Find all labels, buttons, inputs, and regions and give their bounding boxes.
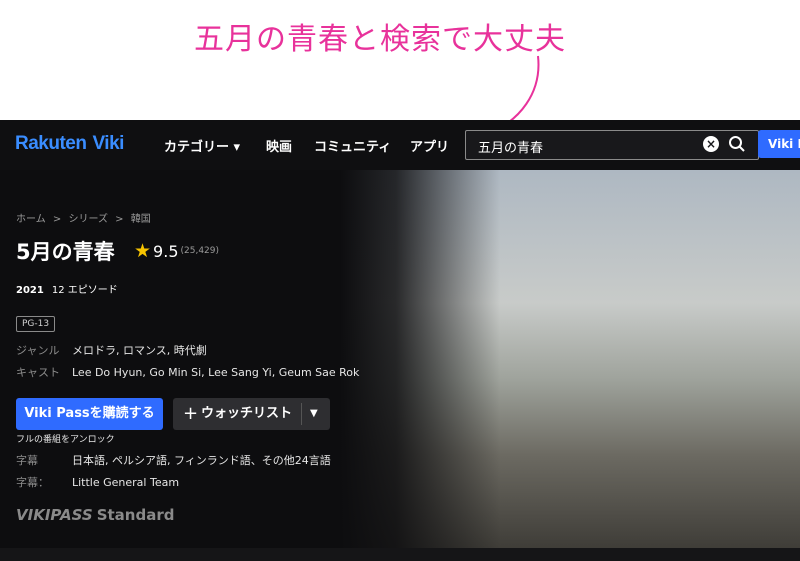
rakuten-viki-logo[interactable]: Rakuten Viki bbox=[15, 133, 124, 155]
vikipass-plan-label: VIKIPASS Standard bbox=[16, 506, 174, 524]
rating-value: 9.5 bbox=[153, 241, 179, 261]
breadcrumb-home[interactable]: ホーム bbox=[16, 214, 46, 225]
breadcrumb-korea[interactable]: 韓国 bbox=[131, 214, 151, 225]
top-navbar: Rakuten Viki カテゴリー ▾ 映画 コミュニティ アプリ 五月の青春 … bbox=[0, 120, 800, 170]
age-rating-badge: PG-13 bbox=[16, 316, 56, 332]
chevron-down-icon[interactable]: ▼ bbox=[310, 398, 318, 430]
subscribe-vikipass-button[interactable]: Viki Passを購読する bbox=[16, 398, 163, 430]
nav-apps[interactable]: アプリ bbox=[410, 136, 449, 155]
show-episodes: 12 エピソード bbox=[51, 285, 118, 296]
cast-value: Lee Do Hyun, Go Min Si, Lee Sang Yi, Geu… bbox=[72, 366, 360, 379]
unlock-note: フルの番組をアンロック bbox=[16, 435, 115, 445]
star-icon: ★ bbox=[134, 240, 152, 262]
show-meta: 2021 12 エピソード bbox=[16, 281, 118, 296]
watchlist-label: ウォッチリスト bbox=[201, 406, 293, 421]
nav-community[interactable]: コミュニティ bbox=[314, 136, 391, 155]
subtitle-team-value: Little General Team bbox=[72, 476, 180, 489]
plan-standard-text: Standard bbox=[96, 506, 175, 524]
plan-vikipass-text: VIKIPASS bbox=[16, 506, 93, 524]
cast-label: キャスト bbox=[16, 366, 60, 379]
nav-categories[interactable]: カテゴリー ▾ bbox=[164, 136, 240, 155]
show-year: 2021 bbox=[16, 285, 44, 296]
show-rating: ★ 9.5 (25,429) bbox=[134, 240, 219, 262]
search-icon[interactable] bbox=[728, 135, 746, 153]
subtitles-value: 日本語, ペルシア語, フィンランド語、その他24言語 bbox=[72, 454, 331, 467]
subtitles-label: 字幕 bbox=[16, 454, 38, 467]
breadcrumb-series[interactable]: シリーズ bbox=[68, 214, 108, 225]
show-hero: ホーム > シリーズ > 韓国 5月の青春 ★ 9.5 (25,429) 2021 1… bbox=[0, 170, 800, 561]
genre-label: ジャンル bbox=[16, 344, 60, 357]
subtitles-row: 字幕 日本語, ペルシア語, フィンランド語、その他24言語 bbox=[16, 452, 331, 468]
watchlist-button[interactable]: + ウォッチリスト ▼ bbox=[173, 398, 330, 430]
search-input-value: 五月の青春 bbox=[478, 141, 544, 156]
subtitle-team-label: 字幕： bbox=[16, 476, 49, 489]
subtitle-team-row: 字幕： Little General Team bbox=[16, 474, 179, 490]
breadcrumb-separator: > bbox=[115, 214, 124, 225]
clear-search-icon[interactable]: × bbox=[703, 136, 719, 152]
cast-row: キャスト Lee Do Hyun, Go Min Si, Lee Sang Yi,… bbox=[16, 364, 359, 380]
plus-icon: + bbox=[183, 403, 199, 424]
bottom-strip bbox=[0, 548, 800, 561]
vikipass-button[interactable]: Viki Pass bbox=[758, 130, 800, 158]
show-title: 5月の青春 bbox=[16, 240, 115, 264]
logo-brand-text: Rakuten bbox=[15, 133, 87, 154]
rating-count: (25,429) bbox=[180, 246, 220, 256]
breadcrumb: ホーム > シリーズ > 韓国 bbox=[16, 210, 155, 225]
poster-fade bbox=[340, 170, 500, 550]
watchlist-divider bbox=[301, 403, 302, 425]
nav-movies[interactable]: 映画 bbox=[266, 136, 292, 155]
breadcrumb-separator: > bbox=[52, 214, 62, 225]
genre-value: メロドラ, ロマンス, 時代劇 bbox=[72, 344, 207, 357]
show-poster-image bbox=[340, 170, 800, 550]
genre-row: ジャンル メロドラ, ロマンス, 時代劇 bbox=[16, 342, 207, 358]
logo-viki-text: Viki bbox=[92, 133, 124, 154]
search-input[interactable]: 五月の青春 × bbox=[465, 130, 759, 160]
